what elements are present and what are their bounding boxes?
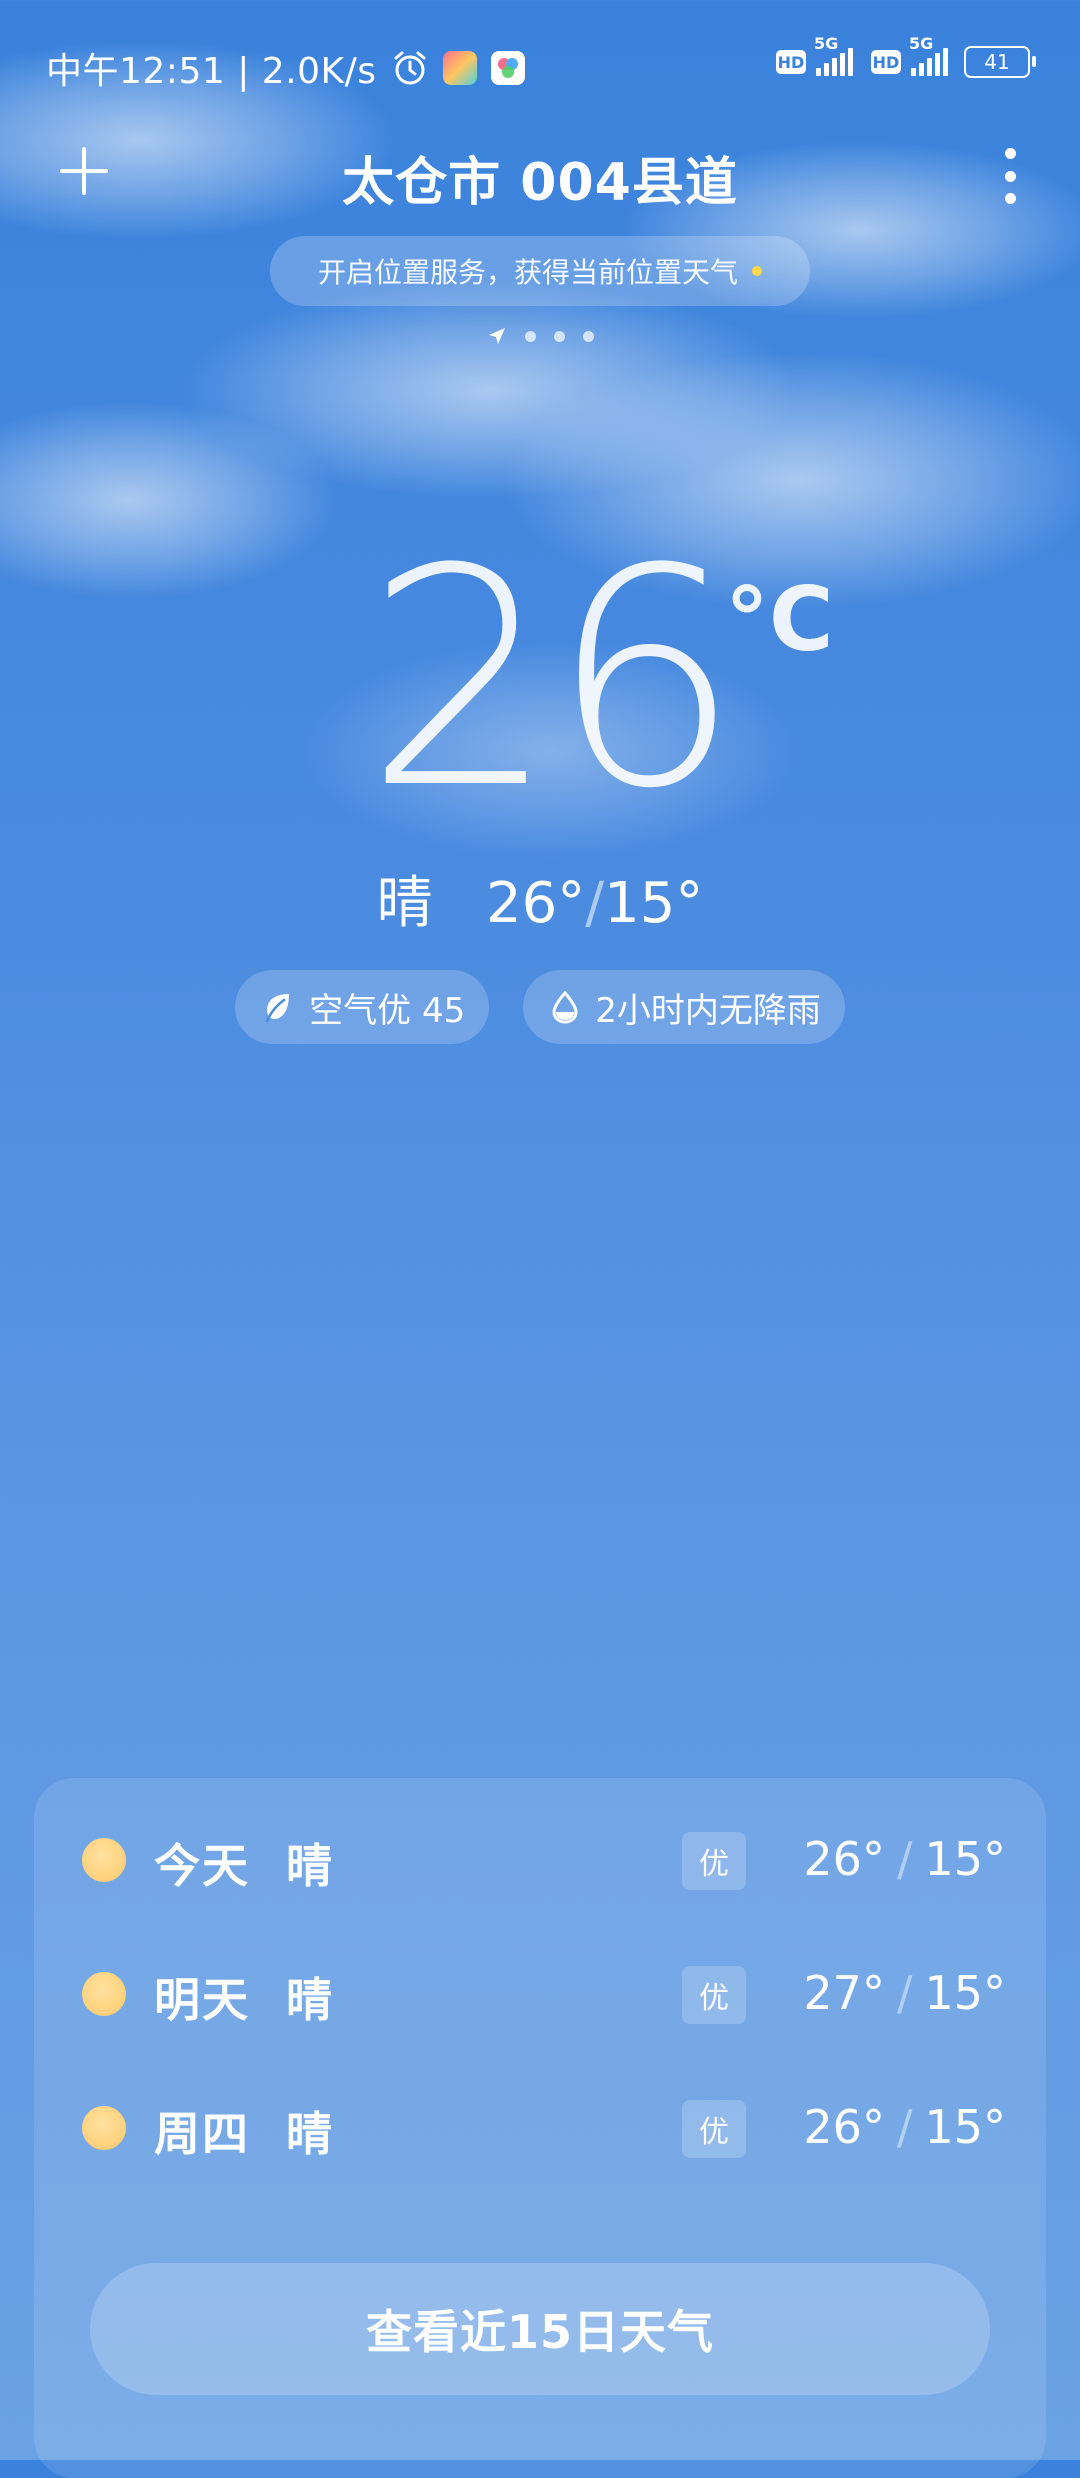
page-dot xyxy=(582,330,594,342)
current-condition-line: 晴 26°/15° xyxy=(0,858,1080,939)
sunny-icon xyxy=(82,1838,126,1882)
leaf-icon xyxy=(265,994,290,1023)
forecast-day-label: 周四 晴 xyxy=(154,2107,335,2161)
signal-icon-2: 5G xyxy=(909,34,948,76)
temperature-unit: °C xyxy=(725,568,834,671)
view-15-day-forecast-button[interactable]: 查看近15日天气 xyxy=(90,2263,990,2395)
more-options-button[interactable] xyxy=(990,148,1030,204)
sunny-icon xyxy=(82,2106,126,2150)
page-dot xyxy=(524,330,536,342)
aqi-badge: 优 xyxy=(682,1966,746,2024)
current-low: 15° xyxy=(604,871,704,936)
aqi-badge: 优 xyxy=(682,2100,746,2158)
status-left: 中午12:51 | 2.0K/s xyxy=(46,42,525,94)
page-dot xyxy=(553,330,565,342)
sunny-icon xyxy=(82,1972,126,2016)
status-bar: 中午12:51 | 2.0K/s HD 5G HD 5G 41 xyxy=(0,0,1080,130)
game-app-icon xyxy=(442,51,477,85)
battery-level: 41 xyxy=(984,50,1010,74)
signal-icon-1: 5G xyxy=(814,34,853,76)
flower-app-icon xyxy=(490,51,525,85)
air-quality-chip[interactable]: 空气优 45 xyxy=(235,970,490,1044)
info-chips: 空气优 45 2小时内无降雨 xyxy=(0,970,1080,1044)
rain-forecast-text: 2小时内无降雨 xyxy=(595,990,821,1031)
forecast-row[interactable]: 周四 晴 优 26°/15° xyxy=(82,2088,1006,2168)
alarm-icon xyxy=(394,51,426,85)
forecast-card: 今天 晴 优 26°/15° 明天 晴 优 27°/15° 周四 晴 优 26°… xyxy=(34,1778,1046,2478)
forecast-temp-range: 27°/15° xyxy=(803,1966,1006,2020)
rain-forecast-chip[interactable]: 2小时内无降雨 xyxy=(523,970,845,1044)
current-temperature: 26 xyxy=(365,505,741,854)
notification-dot-icon xyxy=(752,266,762,276)
location-arrow-icon xyxy=(488,328,505,344)
forecast-row[interactable]: 明天 晴 优 27°/15° xyxy=(82,1954,1006,2034)
status-right: HD 5G HD 5G 41 xyxy=(776,34,1036,78)
enable-location-banner[interactable]: 开启位置服务，获得当前位置天气 xyxy=(270,236,810,306)
forecast-day-label: 明天 晴 xyxy=(154,1973,335,2027)
status-time-speed: 中午12:51 | 2.0K/s xyxy=(46,51,377,92)
hd-badge-1: HD xyxy=(776,50,806,74)
raindrop-icon xyxy=(552,990,578,1024)
aqi-badge: 优 xyxy=(682,1832,746,1890)
forecast-row[interactable]: 今天 晴 优 26°/15° xyxy=(82,1820,1006,1900)
range-separator: / xyxy=(585,871,605,936)
battery-icon: 41 xyxy=(964,46,1036,78)
current-condition: 晴 xyxy=(376,871,433,936)
city-page-indicator xyxy=(0,326,1080,346)
current-high: 26° xyxy=(486,871,586,936)
location-prompt-text: 开启位置服务，获得当前位置天气 xyxy=(317,256,738,289)
hd-badge-2: HD xyxy=(871,50,901,74)
forecast-temp-range: 26°/15° xyxy=(803,1832,1006,1886)
air-quality-text: 空气优 45 xyxy=(309,990,466,1031)
forecast-temp-range: 26°/15° xyxy=(803,2100,1006,2154)
forecast-day-label: 今天 晴 xyxy=(154,1839,335,1893)
city-title: 太仓市 004县道 xyxy=(342,153,738,213)
